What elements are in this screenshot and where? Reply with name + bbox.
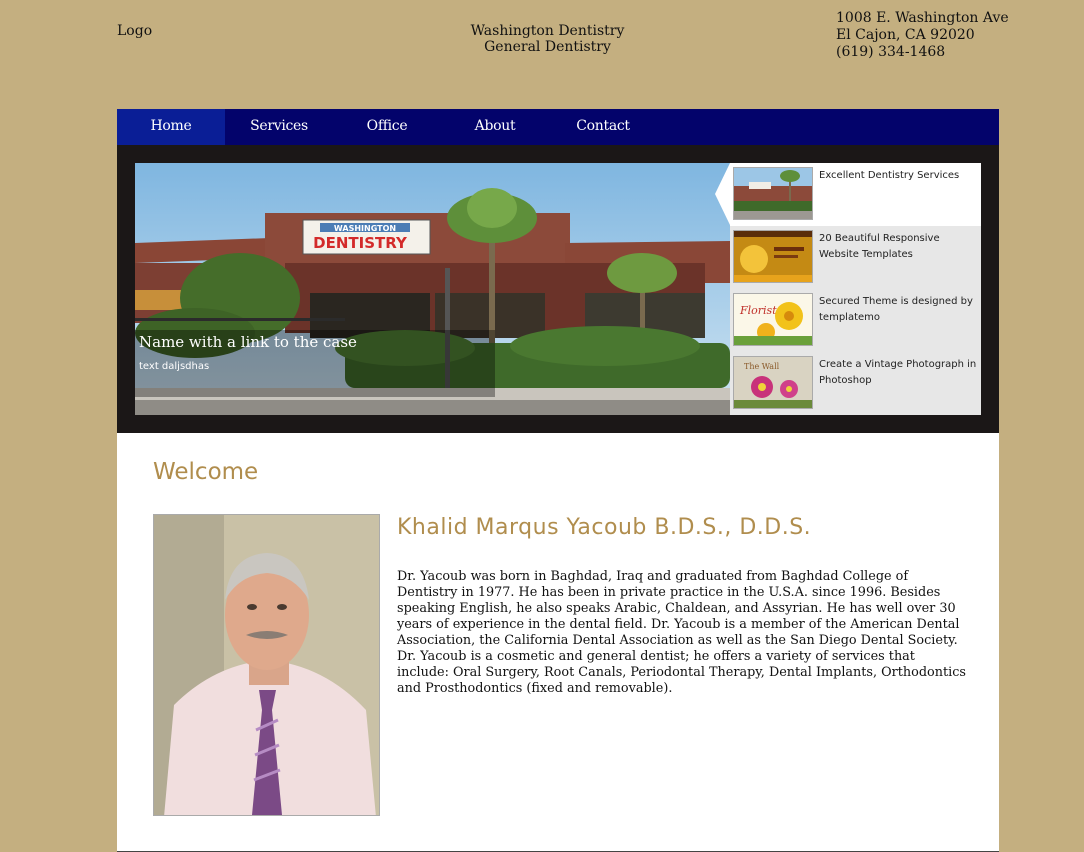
phone-number: (619) 334-1468 (836, 44, 946, 60)
thumbnail-item-1[interactable]: Excellent Dentistry Services (715, 163, 981, 226)
address-city: El Cajon, CA 92020 (836, 27, 975, 43)
doctor-photo (153, 514, 380, 816)
nav-about[interactable]: About (441, 109, 549, 145)
slide-caption-text: text daljsdhas (139, 361, 210, 372)
logo[interactable]: Logo (117, 23, 152, 39)
thumbnail-item-4[interactable]: The Wall Create a Vintage Photograph in … (730, 352, 981, 415)
address-street: 1008 E. Washington Ave (836, 10, 1009, 26)
vintage-thumb-icon: The Wall (733, 356, 813, 409)
florist-label: Florist (739, 304, 777, 317)
flower-thumb-icon: Florist (733, 293, 813, 346)
nav-contact[interactable]: Contact (549, 109, 657, 145)
slider-thumbnails: Excellent Dentistry Services 20 Beautifu… (715, 163, 981, 415)
thumbnail-title: Create a Vintage Photograph in Photoshop (819, 359, 977, 386)
sign-line1: WASHINGTON (334, 224, 396, 233)
template-thumb-icon (733, 230, 813, 283)
the-wall-label: The Wall (744, 362, 780, 371)
building-thumb-icon (733, 167, 813, 220)
doctor-name: Khalid Marqus Yacoub B.D.S., D.D.S. (397, 515, 812, 540)
nav-office-information[interactable]: Office Information (333, 109, 441, 168)
thumbnail-title: Excellent Dentistry Services (819, 170, 960, 181)
thumbnail-title: 20 Beautiful Responsive Website Template… (819, 233, 940, 260)
contact-address: 1008 E. Washington Ave El Cajon, CA 9202… (836, 10, 1009, 61)
main-content: Welcome Khalid Marqus Yacoub B.D.S., D.D… (117, 433, 999, 852)
doctor-bio: Dr. Yacoub was born in Baghdad, Iraq and… (397, 569, 966, 696)
thumbnail-title: Secured Theme is designed by templatemo (819, 296, 973, 323)
nav-home[interactable]: Home (117, 109, 225, 145)
thumbnail-item-3[interactable]: Florist Secured Theme is designed by tem… (730, 289, 981, 352)
brand-name: Washington Dentistry (470, 23, 625, 39)
brand-tagline: General Dentistry (484, 39, 611, 55)
slide-caption-title[interactable]: Name with a link to the case (139, 333, 357, 351)
sign-line2: DENTISTRY (313, 234, 408, 252)
active-thumb-pointer (715, 163, 730, 225)
nav-services[interactable]: Services (225, 109, 333, 145)
main-nav: Home Services Office Information About C… (117, 109, 999, 168)
welcome-heading: Welcome (153, 459, 259, 485)
brand-title: Washington Dentistry General Dentistry (440, 23, 655, 55)
thumbnail-item-2[interactable]: 20 Beautiful Responsive Website Template… (730, 226, 981, 289)
